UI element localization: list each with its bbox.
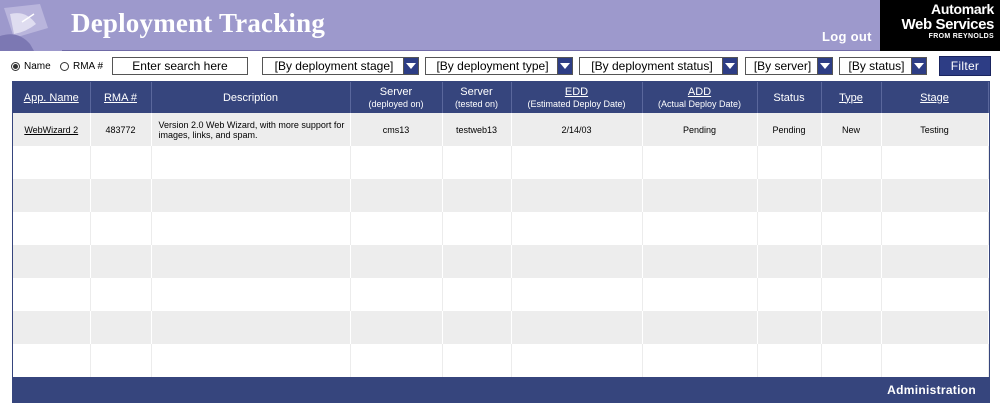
deployment-stage-select[interactable]: [By deployment stage] [262,57,419,75]
deployment-type-select[interactable]: [By deployment type] [425,57,573,75]
server-value: [By server] [753,59,812,73]
col-app-name-label[interactable]: App. Name [24,92,79,104]
cell-server-deployed: cms13 [350,113,443,146]
table-row-empty [13,146,989,179]
col-server-deployed-label: Server [379,85,413,98]
col-description-label: Description [222,91,279,104]
satellite-dish-icon [0,0,62,51]
chevron-down-icon[interactable] [557,58,572,74]
administration-link[interactable]: Administration [13,377,988,401]
deployment-stage-value: [By deployment stage] [274,59,394,73]
col-type-label[interactable]: Type [839,92,863,104]
col-server-tested-sub: (tested on) [454,98,499,109]
deployment-status-select[interactable]: [By deployment status] [579,57,738,75]
col-add-sub: (Actual Deploy Date) [657,98,742,109]
col-type[interactable]: Type [821,82,882,113]
col-app-name[interactable]: App. Name [13,82,91,113]
table-row-empty [13,278,989,311]
deployments-panel: App. Name RMA # Description Server (deplo… [12,81,990,403]
col-edd-label[interactable]: EDD [565,86,588,98]
app-name-link[interactable]: WebWizard 2 [24,125,78,135]
chevron-down-icon[interactable] [817,58,832,74]
col-server-deployed-sub: (deployed on) [368,98,424,109]
status-select[interactable]: [By status] [839,57,927,75]
col-server-deployed: Server (deployed on) [350,82,443,113]
col-server-tested: Server (tested on) [442,82,512,113]
page-title: Deployment Tracking [71,8,326,38]
brand-line-2: Web Services [901,16,995,33]
deployment-type-value: [By deployment type] [436,59,549,73]
chevron-down-icon[interactable] [911,58,926,74]
cell-type: New [821,113,882,146]
cell-server-tested: testweb13 [442,113,512,146]
table-row: WebWizard 2 483772 Version 2.0 Web Wizar… [13,113,989,146]
filter-button[interactable]: Filter [939,56,991,76]
table-row-empty [13,179,989,212]
radio-name-label: Name [24,61,51,72]
table-header-row: App. Name RMA # Description Server (deplo… [13,82,989,113]
status-value: [By status] [848,59,905,73]
server-select[interactable]: [By server] [745,57,833,75]
cell-app-name[interactable]: WebWizard 2 [13,113,91,146]
col-rma-label[interactable]: RMA # [104,92,137,104]
header-bar: Deployment Tracking Log out Automark Web… [0,0,1000,51]
col-stage[interactable]: Stage [881,82,989,113]
brand-line-1: Automark [931,1,994,17]
col-status: Status [757,82,822,113]
brand-logo: Automark Web Services FROM REYNOLDS [880,0,1000,51]
col-rma[interactable]: RMA # [90,82,152,113]
table-row-empty [13,245,989,278]
radio-rma-label: RMA # [73,61,104,72]
radio-rma[interactable] [60,62,69,71]
chevron-down-icon[interactable] [403,58,418,74]
table-row-empty [13,344,989,377]
brand-line-3: FROM REYNOLDS [928,33,994,40]
col-description: Description [151,82,351,113]
deployment-status-value: [By deployment status] [591,59,713,73]
col-edd-sub: (Estimated Deploy Date) [527,98,626,109]
table-row-empty [13,311,989,344]
deployments-table: App. Name RMA # Description Server (deplo… [13,82,989,377]
col-add-label[interactable]: ADD [688,86,711,98]
cell-edd: 2/14/03 [511,113,643,146]
col-add[interactable]: ADD (Actual Deploy Date) [642,82,758,113]
search-input[interactable]: Enter search here [112,57,248,75]
col-status-label: Status [773,91,805,104]
col-server-tested-label: Server [460,85,493,98]
cell-rma: 483772 [90,113,152,146]
cell-status: Pending [757,113,822,146]
col-stage-label[interactable]: Stage [920,92,949,104]
cell-add: Pending [642,113,758,146]
radio-name[interactable] [11,62,20,71]
cell-description: Version 2.0 Web Wizard, with more suppor… [151,113,351,146]
logout-link[interactable]: Log out [822,29,872,44]
col-edd[interactable]: EDD (Estimated Deploy Date) [511,82,643,113]
table-row-empty [13,212,989,245]
chevron-down-icon[interactable] [722,58,737,74]
cell-stage: Testing [881,113,989,146]
